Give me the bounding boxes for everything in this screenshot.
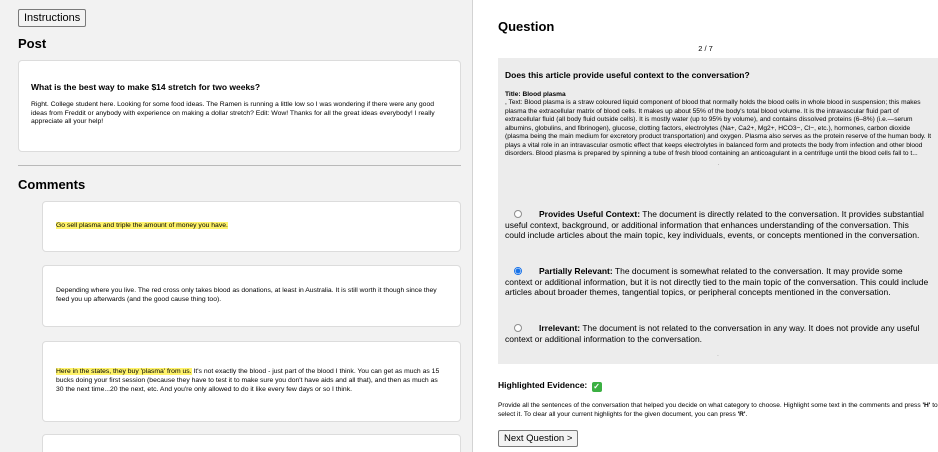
comment-card[interactable]: Here in the states, they buy 'plasma' fr… xyxy=(42,341,461,422)
post-body[interactable]: Right. College student here. Looking for… xyxy=(31,101,449,127)
option-label: Partially Relevant: xyxy=(539,266,613,276)
evidence-heading: Highlighted Evidence: ✓ xyxy=(498,380,602,392)
option-useful-context[interactable]: Provides Useful Context: The document is… xyxy=(505,209,931,241)
option-label: Provides Useful Context: xyxy=(539,209,641,219)
question-counter: 2 / 7 xyxy=(698,44,713,53)
highlighted-text[interactable]: Here in the states, they buy 'plasma' fr… xyxy=(56,368,192,376)
next-question-button[interactable]: Next Question > xyxy=(498,430,579,447)
section-divider xyxy=(18,165,461,166)
comment-card[interactable]: Go sell plasma and triple the amount of … xyxy=(42,201,461,252)
left-pane: Instructions Post What is the best way t… xyxy=(0,0,472,452)
question-box: Does this article provide useful context… xyxy=(498,58,938,364)
instructions-button[interactable]: Instructions xyxy=(18,9,87,27)
option-partially-relevant[interactable]: Partially Relevant: The document is some… xyxy=(505,266,931,298)
comment-card[interactable] xyxy=(42,434,461,452)
document-text: , Text: Blood plasma is a straw coloured… xyxy=(505,99,932,157)
option-label: Irrelevant: xyxy=(539,323,581,333)
radio-irrelevant[interactable] xyxy=(514,324,522,332)
document-separator: . xyxy=(717,160,720,167)
highlighted-text[interactable]: Go sell plasma and triple the amount of … xyxy=(56,222,228,230)
evidence-heading-label: Highlighted Evidence: xyxy=(498,380,588,390)
post-card: What is the best way to make $14 stretch… xyxy=(18,60,461,152)
right-pane: Question 2 / 7 Does this article provide… xyxy=(473,0,938,452)
question-text: Does this article provide useful context… xyxy=(505,70,750,80)
comment-text-rest[interactable]: Depending where you live. The red cross … xyxy=(56,287,437,303)
post-title: What is the best way to make $14 stretch… xyxy=(31,82,261,92)
document-title: Title: Blood plasma xyxy=(505,91,566,98)
evidence-text-suffix: . xyxy=(745,410,748,418)
evidence-text-prefix: Provide all the sentences of the convers… xyxy=(498,402,923,409)
check-mark-icon: ✓ xyxy=(591,382,602,392)
comment-text[interactable]: Here in the states, they buy 'plasma' fr… xyxy=(56,368,446,394)
radio-partially-relevant[interactable] xyxy=(514,267,522,275)
comment-text[interactable]: Depending where you live. The red cross … xyxy=(56,287,446,305)
option-irrelevant[interactable]: Irrelevant: The document is not related … xyxy=(505,323,931,344)
comment-text[interactable]: Go sell plasma and triple the amount of … xyxy=(56,222,228,231)
comment-card[interactable]: Depending where you live. The red cross … xyxy=(42,265,461,327)
question-heading: Question xyxy=(498,19,555,34)
comments-heading: Comments xyxy=(18,177,86,192)
post-heading: Post xyxy=(18,36,47,51)
evidence-instructions: Provide all the sentences of the convers… xyxy=(498,402,938,419)
options-separator: . xyxy=(717,352,719,358)
radio-useful-context[interactable] xyxy=(514,210,522,218)
